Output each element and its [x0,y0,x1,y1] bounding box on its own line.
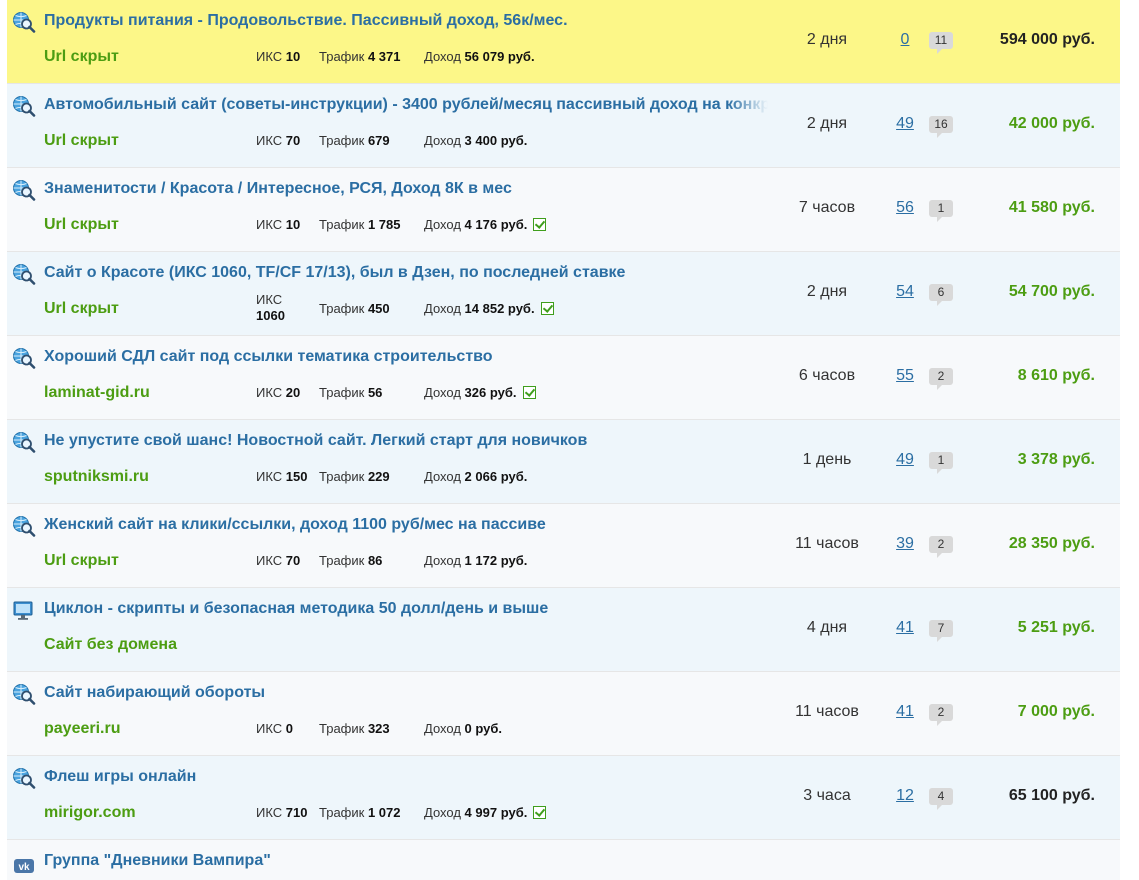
globe-search-icon [12,683,36,705]
income-metric: Доход 56 079 руб. [424,49,535,64]
iks-metric: ИКС 70 [256,553,301,568]
listing-price: 5 251 руб. [1017,619,1095,636]
listing-row: Не упустите свой шанс! Новостной сайт. Л… [7,420,1120,504]
listing-title-link[interactable]: Не упустите свой шанс! Новостной сайт. Л… [44,432,768,450]
traffic-metric: Трафик 323 [319,721,390,736]
listing-row: Флеш игры онлайн mirigor.com ИКС 710 Тра… [7,756,1120,840]
traffic-metric: Трафик 679 [319,133,390,148]
listing-row: vk Группа "Дневники Вампира" [7,840,1120,880]
listing-row: Автомобильный сайт (советы-инструкции) -… [7,84,1120,168]
listing-age: 11 часов [795,535,859,552]
listing-age: 4 дня [806,619,848,636]
listing-age: 2 дня [806,283,848,300]
globe-search-icon [12,263,36,285]
income-metric: Доход 3 400 руб. [424,133,528,148]
traffic-metric: Трафик 56 [319,385,383,400]
iks-metric: ИКС 0 [256,721,294,736]
income-metric: Доход 326 руб. [424,385,536,400]
listing-url-link[interactable]: mirigor.com [44,804,136,822]
traffic-metric: Трафик 4 371 [319,49,401,64]
globe-search-icon [12,515,36,537]
verified-check-icon [522,386,536,399]
listing-table: Продукты питания - Продовольствие. Пасси… [7,0,1120,880]
listing-price: 7 000 руб. [1017,703,1095,720]
listing-title-link[interactable]: Хороший СДЛ сайт под ссылки тематика стр… [44,348,768,366]
listing-url-link[interactable]: sputniksmi.ru [44,468,149,486]
listing-row: Циклон - скрипты и безопасная методика 5… [7,588,1120,672]
globe-search-icon [12,11,36,33]
globe-search-icon [12,431,36,453]
listing-title-link[interactable]: Группа "Дневники Вампира" [44,852,768,870]
listing-url: Url скрыт [44,216,119,233]
listing-age: 2 дня [806,115,848,132]
traffic-metric: Трафик 86 [319,553,383,568]
listing-url-link[interactable]: laminat-gid.ru [44,384,150,402]
listing-url: Url скрыт [44,552,119,569]
listing-title-link[interactable]: Циклон - скрипты и безопасная методика 5… [44,600,768,618]
listing-title-link[interactable]: Сайт о Красоте (ИКС 1060, TF/CF 17/13), … [44,264,768,282]
iks-metric: ИКС 20 [256,385,301,400]
listing-price: 8 610 руб. [1017,367,1095,384]
listing-price: 65 100 руб. [1008,787,1095,804]
globe-search-icon [12,95,36,117]
listing-row: Знаменитости / Красота / Интересное, РСЯ… [7,168,1120,252]
iks-metric: ИКС 10 [256,217,301,232]
listing-url-link[interactable]: payeeri.ru [44,720,120,738]
iks-metric: ИКС 10 [256,49,301,64]
listing-title-link[interactable]: Флеш игры онлайн [44,768,768,786]
income-metric: Доход 2 066 руб. [424,469,528,484]
traffic-metric: Трафик 450 [319,301,390,316]
listing-row: Женский сайт на клики/ссылки, доход 1100… [7,504,1120,588]
income-metric: Доход 4 997 руб. [424,805,547,820]
income-metric: Доход 4 176 руб. [424,217,547,232]
listing-age: 3 часа [803,787,851,804]
listing-url: Url скрыт [44,132,119,149]
listing-age: 11 часов [795,703,859,720]
listing-url: Url скрыт [44,300,119,317]
verified-check-icon [533,806,547,819]
traffic-metric: Трафик 1 785 [319,217,401,232]
iks-metric: ИКС 1060 [256,292,285,323]
listing-row: Продукты питания - Продовольствие. Пасси… [7,0,1120,84]
traffic-metric: Трафик 229 [319,469,390,484]
income-metric: Доход 1 172 руб. [424,553,528,568]
listing-title-link[interactable]: Знаменитости / Красота / Интересное, РСЯ… [44,180,768,198]
listing-title-link[interactable]: Автомобильный сайт (советы-инструкции) -… [44,96,768,114]
listing-price: 41 580 руб. [1008,199,1095,216]
listing-url: Сайт без домена [44,636,177,653]
listing-age: 2 дня [806,31,848,48]
income-metric: Доход 0 руб. [424,721,503,736]
listing-row: Хороший СДЛ сайт под ссылки тематика стр… [7,336,1120,420]
listing-row: Сайт набирающий обороты payeeri.ru ИКС 0… [7,672,1120,756]
iks-metric: ИКС 150 [256,469,308,484]
listing-age: 7 часов [798,199,856,216]
income-metric: Доход 14 852 руб. [424,301,554,316]
verified-check-icon [533,218,547,231]
iks-metric: ИКС 70 [256,133,301,148]
traffic-metric: Трафик 1 072 [319,805,401,820]
listing-title-link[interactable]: Продукты питания - Продовольствие. Пасси… [44,12,768,30]
listing-title-link[interactable]: Сайт набирающий обороты [44,684,768,702]
listing-age: 1 день [802,451,852,468]
listing-price: 3 378 руб. [1017,451,1095,468]
vk-icon: vk [12,851,36,873]
listing-price: 42 000 руб. [1008,115,1095,132]
listing-row: Сайт о Красоте (ИКС 1060, TF/CF 17/13), … [7,252,1120,336]
globe-search-icon [12,179,36,201]
svg-text:vk: vk [18,862,30,873]
verified-check-icon [540,302,554,315]
iks-metric: ИКС 710 [256,805,308,820]
globe-search-icon [12,347,36,369]
listing-price: 54 700 руб. [1008,283,1095,300]
listing-title-link[interactable]: Женский сайт на клики/ссылки, доход 1100… [44,516,768,534]
listing-url: Url скрыт [44,48,119,65]
listing-price: 28 350 руб. [1008,535,1095,552]
listing-age: 6 часов [798,367,856,384]
monitor-icon [12,599,36,621]
listing-price: 594 000 руб. [999,31,1095,48]
globe-search-icon [12,767,36,789]
